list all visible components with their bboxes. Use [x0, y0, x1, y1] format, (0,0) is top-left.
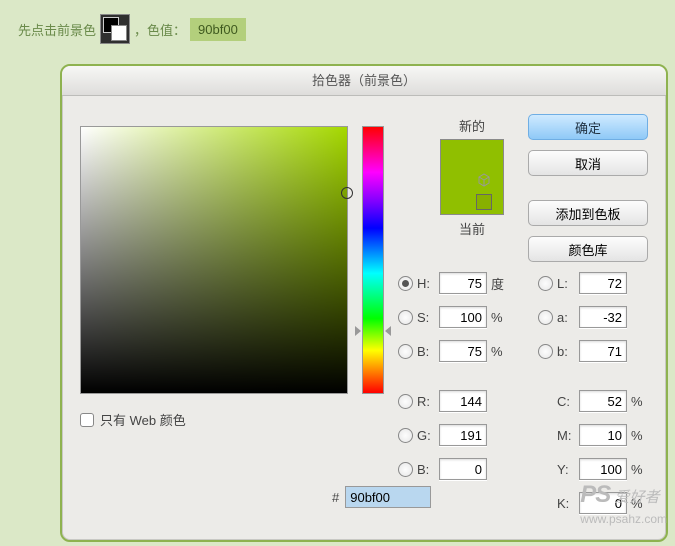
hex-row: #: [332, 486, 431, 508]
web-safe-swatch-icon[interactable]: [476, 194, 492, 210]
m-unit: %: [627, 428, 649, 443]
l-input[interactable]: [579, 272, 627, 294]
instruction-after: ，色值：: [134, 20, 186, 39]
instruction-bar: 先点击前景色 ，色值： 90bf00: [0, 0, 675, 54]
k-input[interactable]: [579, 492, 627, 514]
mode-rgb-b-radio[interactable]: [398, 462, 413, 477]
web-only-row: 只有 Web 颜色: [80, 410, 186, 429]
s-label: S:: [417, 310, 439, 325]
instruction-value: 90bf00: [190, 18, 246, 41]
web-only-label: 只有 Web 颜色: [100, 410, 186, 429]
hue-slider[interactable]: [362, 126, 384, 394]
c-label: C:: [557, 394, 579, 409]
hex-prefix: #: [332, 490, 339, 505]
s-unit: %: [487, 310, 509, 325]
button-column: 确定 取消 添加到色板 颜色库: [528, 114, 648, 262]
add-to-swatches-button[interactable]: 添加到色板: [528, 200, 648, 226]
picker-body: 新的 当前 确定 取消 添加到色板 颜色库 H: 度: [62, 96, 666, 540]
mode-h-radio[interactable]: [398, 276, 413, 291]
a-label: a:: [557, 310, 579, 325]
mode-g-radio[interactable]: [398, 428, 413, 443]
m-label: M:: [557, 428, 579, 443]
k-unit: %: [627, 496, 649, 511]
rgb-column: R: G: B:: [398, 384, 509, 486]
preview-current-color: [441, 177, 503, 214]
field-cursor-icon: [341, 187, 353, 199]
a-input[interactable]: [579, 306, 627, 328]
h-label: H:: [417, 276, 439, 291]
web-only-checkbox[interactable]: [80, 413, 94, 427]
preview-current-label: 当前: [459, 219, 485, 238]
color-field[interactable]: [80, 126, 348, 394]
mode-r-radio[interactable]: [398, 394, 413, 409]
hex-input[interactable]: [345, 486, 431, 508]
g-input[interactable]: [439, 424, 487, 446]
h-unit: 度: [487, 274, 509, 293]
rgb-b-input[interactable]: [439, 458, 487, 480]
mode-l-radio[interactable]: [538, 276, 553, 291]
y-input[interactable]: [579, 458, 627, 480]
lab-b-label: b:: [557, 344, 579, 359]
r-label: R:: [417, 394, 439, 409]
mode-lab-b-radio[interactable]: [538, 344, 553, 359]
cmyk-column: C: % M: % Y: % K:: [538, 384, 649, 520]
b-label: B:: [417, 344, 439, 359]
foreground-swatch-icon: [100, 14, 130, 44]
preview-block: 新的 当前: [402, 116, 542, 242]
g-label: G:: [417, 428, 439, 443]
c-input[interactable]: [579, 390, 627, 412]
s-input[interactable]: [439, 306, 487, 328]
lab-b-input[interactable]: [579, 340, 627, 362]
l-label: L:: [557, 276, 579, 291]
lab-column: L: a: b:: [538, 266, 649, 368]
mode-b-radio[interactable]: [398, 344, 413, 359]
mode-s-radio[interactable]: [398, 310, 413, 325]
hsb-column: H: 度 S: % B: %: [398, 266, 509, 368]
window-title: 拾色器（前景色）: [62, 66, 666, 96]
color-picker-window: 拾色器（前景色） 新的 当前 确定 取消 添加到色板 颜色库: [60, 64, 668, 542]
mode-a-radio[interactable]: [538, 310, 553, 325]
y-label: Y:: [557, 462, 579, 477]
gamut-warning-icon[interactable]: [476, 172, 492, 188]
h-input[interactable]: [439, 272, 487, 294]
rgb-b-label: B:: [417, 462, 439, 477]
k-label: K:: [557, 496, 579, 511]
b-unit: %: [487, 344, 509, 359]
preview-swatch: [440, 139, 504, 215]
c-unit: %: [627, 394, 649, 409]
y-unit: %: [627, 462, 649, 477]
b-input[interactable]: [439, 340, 487, 362]
preview-new-label: 新的: [459, 116, 485, 135]
preview-new-color: [441, 140, 503, 177]
ok-button[interactable]: 确定: [528, 114, 648, 140]
m-input[interactable]: [579, 424, 627, 446]
instruction-before: 先点击前景色: [18, 20, 96, 39]
r-input[interactable]: [439, 390, 487, 412]
cancel-button[interactable]: 取消: [528, 150, 648, 176]
